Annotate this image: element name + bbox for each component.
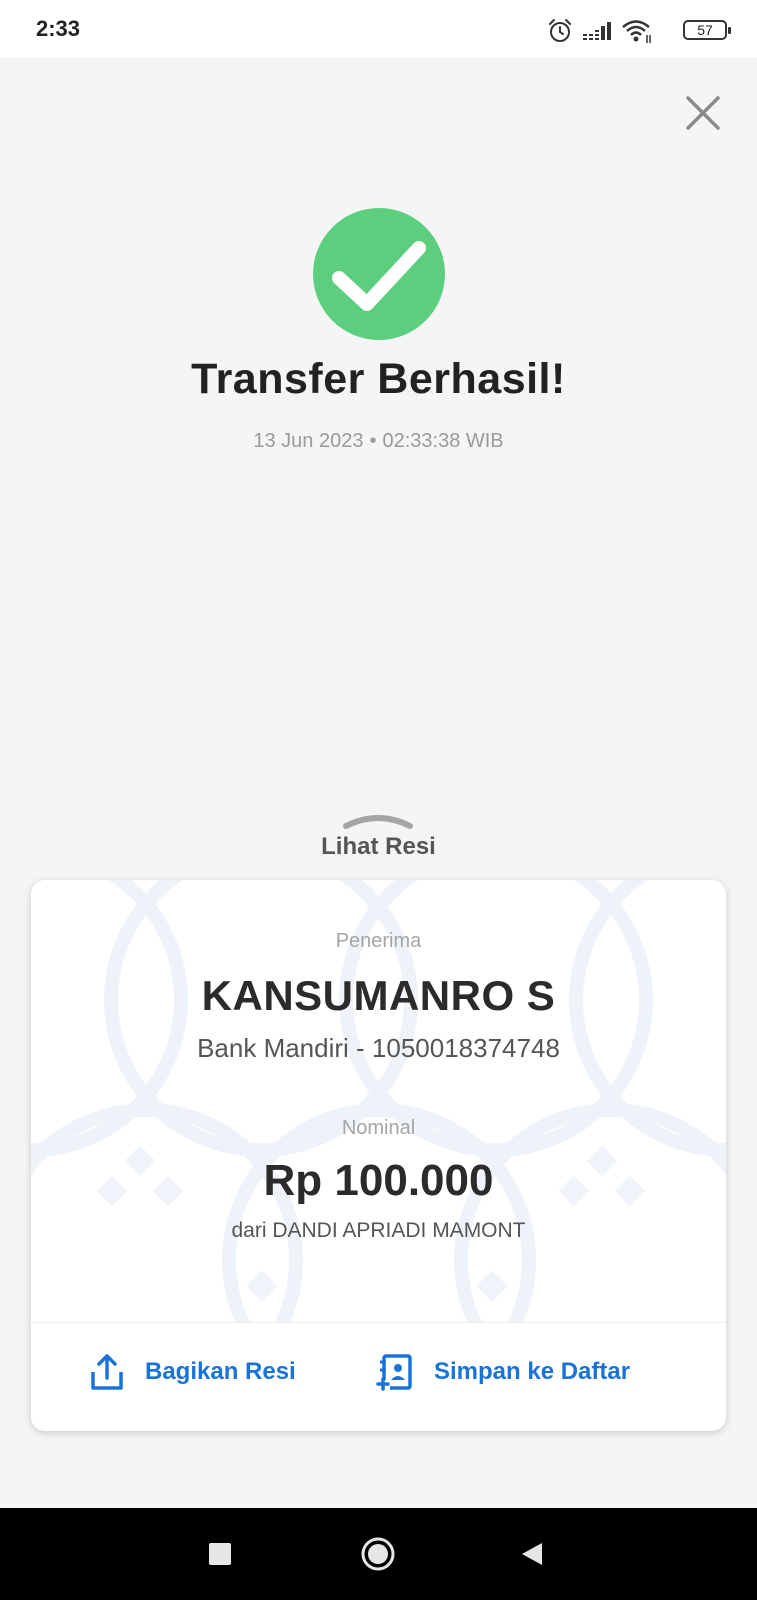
receipt-card: Penerima KANSUMANRO S Bank Mandiri - 105… <box>31 880 726 1431</box>
status-time: 2:33 <box>36 16 81 41</box>
save-to-list-button[interactable]: Simpan ke Daftar <box>376 1350 630 1394</box>
close-icon[interactable] <box>684 94 722 132</box>
view-receipt-toggle[interactable]: Lihat Resi <box>0 833 757 861</box>
separator-dot: • <box>369 430 377 452</box>
share-receipt-label: Bagikan Resi <box>145 1358 296 1385</box>
save-to-list-label: Simpan ke Daftar <box>434 1358 631 1385</box>
transaction-datetime: 13 Jun 2023 • 02:33:38 WIB <box>0 430 757 453</box>
recipient-name: KANSUMANRO S <box>201 972 556 1019</box>
back-triangle-icon[interactable] <box>520 1541 544 1567</box>
check-circle-icon <box>313 208 445 340</box>
divider <box>31 1322 726 1323</box>
wifi-icon <box>622 20 651 43</box>
status-bar: 2:33 57 <box>0 0 757 58</box>
signal-icon <box>583 22 611 40</box>
transaction-time: 02:33:38 WIB <box>382 430 504 452</box>
recipient-label: Penerima <box>335 930 422 952</box>
share-receipt-button[interactable]: Bagikan Resi <box>89 1350 296 1394</box>
success-title: Transfer Berhasil! <box>191 355 566 403</box>
amount-label: Nominal <box>341 1117 416 1139</box>
alarm-icon <box>549 19 571 42</box>
recipient-bank-account: Bank Mandiri - 1050018374748 <box>197 1033 560 1063</box>
share-upload-icon <box>91 1354 123 1390</box>
status-icons: 57 <box>547 16 731 44</box>
chevron-up-icon[interactable] <box>342 808 414 830</box>
sender-name: dari DANDI APRIADI MAMONT <box>231 1219 526 1242</box>
system-nav-bar <box>0 1508 757 1600</box>
home-circle-icon[interactable] <box>360 1536 396 1572</box>
battery-icon: 57 <box>683 20 731 40</box>
add-contact-icon <box>376 1354 412 1391</box>
checkmark-icon <box>332 241 426 311</box>
transfer-amount: Rp 100.000 <box>263 1156 494 1205</box>
recents-square-icon[interactable] <box>208 1542 232 1566</box>
transaction-date: 13 Jun 2023 <box>253 430 364 452</box>
